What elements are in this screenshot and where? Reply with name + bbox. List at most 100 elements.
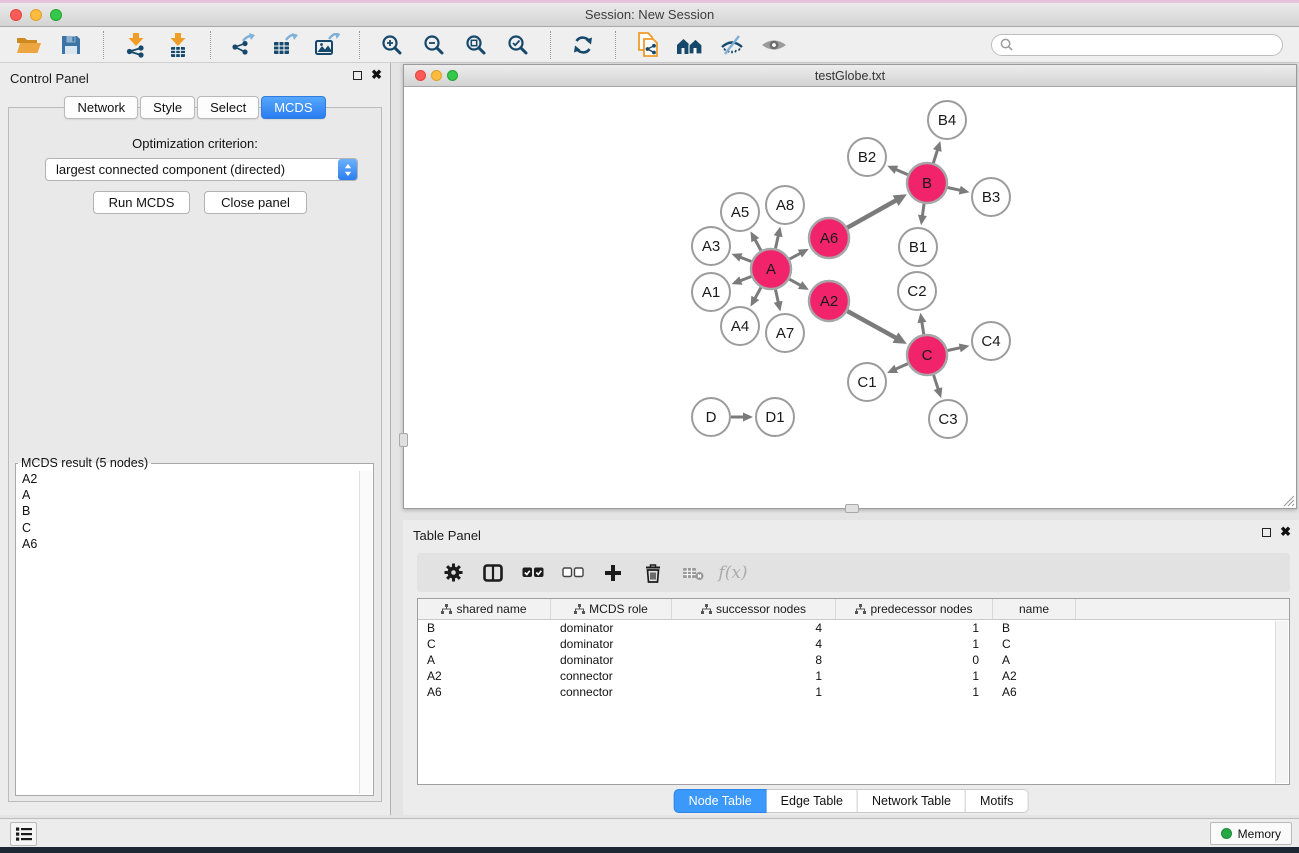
- table-row[interactable]: Bdominator41B: [418, 620, 1289, 636]
- edge-arrowhead: [743, 413, 753, 422]
- run-mcds-button[interactable]: Run MCDS: [93, 191, 190, 214]
- zoom-out-button[interactable]: [418, 30, 450, 60]
- zoom-selected-button[interactable]: [502, 30, 534, 60]
- select-all-button[interactable]: [513, 558, 553, 588]
- split-panel-button[interactable]: [473, 558, 513, 588]
- select-all-icon: [522, 567, 544, 578]
- tab-style[interactable]: Style: [140, 96, 195, 119]
- table-cell: 4: [672, 621, 836, 635]
- left-splitter-handle[interactable]: [399, 433, 408, 447]
- float-panel-icon[interactable]: [353, 71, 362, 80]
- table-row[interactable]: Adominator80A: [418, 652, 1289, 668]
- column-header-name[interactable]: name: [993, 599, 1076, 619]
- task-history-button[interactable]: [10, 822, 37, 846]
- graph-edge-A-A7[interactable]: [775, 290, 778, 304]
- node-attribute-table: shared name MCDS role successor nodes prede…: [417, 598, 1290, 785]
- column-header-shared-name[interactable]: shared name: [418, 599, 551, 619]
- delete-table-button[interactable]: [673, 558, 713, 588]
- graph-edge-A-A5[interactable]: [754, 238, 761, 250]
- close-table-panel-icon[interactable]: ✖: [1280, 527, 1291, 537]
- edge-arrowhead: [774, 226, 783, 237]
- node-label: C1: [857, 374, 876, 391]
- graph-edge-C-C1[interactable]: [894, 364, 907, 370]
- refresh-layout-button[interactable]: [567, 30, 599, 60]
- node-label: D1: [765, 409, 784, 426]
- zoom-in-button[interactable]: [376, 30, 408, 60]
- show-all-button[interactable]: [758, 30, 790, 60]
- export-image-button[interactable]: [311, 30, 343, 60]
- column-header-label: successor nodes: [716, 602, 806, 616]
- table-row[interactable]: A6connector11A6: [418, 684, 1289, 700]
- mcds-result-item[interactable]: A: [22, 487, 373, 503]
- tab-select[interactable]: Select: [197, 96, 259, 119]
- add-column-button[interactable]: [593, 558, 633, 588]
- search-input[interactable]: [1018, 38, 1274, 52]
- graph-edge-A-A4[interactable]: [754, 287, 761, 299]
- import-table-button[interactable]: [162, 30, 194, 60]
- mcds-result-item[interactable]: A6: [22, 536, 373, 552]
- table-cell: dominator: [551, 621, 672, 635]
- toolbar-separator: [615, 31, 616, 59]
- hide-selected-button[interactable]: [716, 30, 748, 60]
- tab-mcds[interactable]: MCDS: [261, 96, 325, 119]
- tab-motifs[interactable]: Motifs: [966, 789, 1028, 813]
- mcds-result-item[interactable]: B: [22, 503, 373, 519]
- column-header-successor-nodes[interactable]: successor nodes: [672, 599, 836, 619]
- column-type-icon: [441, 604, 452, 614]
- graph-edge-C-C4[interactable]: [948, 347, 962, 350]
- network-graph-canvas[interactable]: AA1A2A3A4A5A6A7A8BB1B2B3B4CC1C2C3C4DD1: [404, 87, 1296, 508]
- graph-edge-A-A6[interactable]: [790, 253, 802, 259]
- graph-edge-B-B1[interactable]: [922, 204, 924, 217]
- table-scrollbar[interactable]: [1275, 621, 1288, 783]
- table-cell: 1: [836, 637, 993, 651]
- graph-edge-A-A2[interactable]: [789, 279, 801, 286]
- split-panel-icon: [483, 564, 503, 582]
- column-header-label: shared name: [456, 602, 526, 616]
- column-header-label: MCDS role: [589, 602, 648, 616]
- tab-network-table[interactable]: Network Table: [858, 789, 966, 813]
- network-view-window: testGlobe.txt AA1A2A3A4A5A6A7A8BB1B2B3B4…: [403, 64, 1297, 509]
- open-session-button[interactable]: [13, 30, 45, 60]
- import-network-button[interactable]: [120, 30, 152, 60]
- table-cell: A2: [993, 669, 1076, 683]
- column-header-MCDS-role[interactable]: MCDS role: [551, 599, 672, 619]
- tab-network[interactable]: Network: [64, 96, 138, 119]
- mcds-result-item[interactable]: C: [22, 520, 373, 536]
- tab-node-table[interactable]: Node Table: [674, 789, 767, 813]
- graph-edge-C-C3[interactable]: [934, 375, 939, 391]
- table-row[interactable]: A2connector11A2: [418, 668, 1289, 684]
- bottom-splitter-handle[interactable]: [845, 504, 859, 513]
- node-label: C2: [907, 283, 926, 300]
- criterion-dropdown[interactable]: largest connected component (directed): [45, 158, 358, 181]
- toolbar-separator: [359, 31, 360, 59]
- table-row[interactable]: Cdominator41C: [418, 636, 1289, 652]
- function-builder-button[interactable]: f(x): [713, 558, 753, 588]
- first-neighbors-button[interactable]: [674, 30, 706, 60]
- mcds-result-item[interactable]: A2: [22, 471, 373, 487]
- result-scrollbar[interactable]: [359, 471, 372, 794]
- graph-edge-B-B2[interactable]: [895, 169, 908, 175]
- table-settings-button[interactable]: [433, 558, 473, 588]
- clone-network-button[interactable]: [632, 30, 664, 60]
- resize-grip[interactable]: [1282, 494, 1295, 507]
- graph-edge-B-B3[interactable]: [948, 187, 962, 190]
- close-panel-button[interactable]: Close panel: [204, 191, 307, 214]
- graph-edge-A2-C[interactable]: [847, 311, 897, 338]
- graph-edge-A-A8[interactable]: [775, 234, 778, 248]
- column-header-predecessor-nodes[interactable]: predecessor nodes: [836, 599, 993, 619]
- graph-edge-B-B4[interactable]: [933, 149, 938, 163]
- close-panel-icon[interactable]: ✖: [371, 70, 382, 80]
- graph-edge-C-C2[interactable]: [922, 321, 924, 335]
- tab-edge-table[interactable]: Edge Table: [767, 789, 858, 813]
- float-table-panel-icon[interactable]: [1262, 528, 1271, 537]
- deselect-all-button[interactable]: [553, 558, 593, 588]
- graph-edge-A6-B[interactable]: [847, 200, 897, 228]
- export-table-button[interactable]: [269, 30, 301, 60]
- zoom-fit-button[interactable]: [460, 30, 492, 60]
- table-cell: dominator: [551, 637, 672, 651]
- memory-button[interactable]: Memory: [1210, 822, 1292, 845]
- export-network-button[interactable]: [227, 30, 259, 60]
- table-cell: 1: [836, 621, 993, 635]
- save-session-button[interactable]: [55, 30, 87, 60]
- delete-column-button[interactable]: [633, 558, 673, 588]
